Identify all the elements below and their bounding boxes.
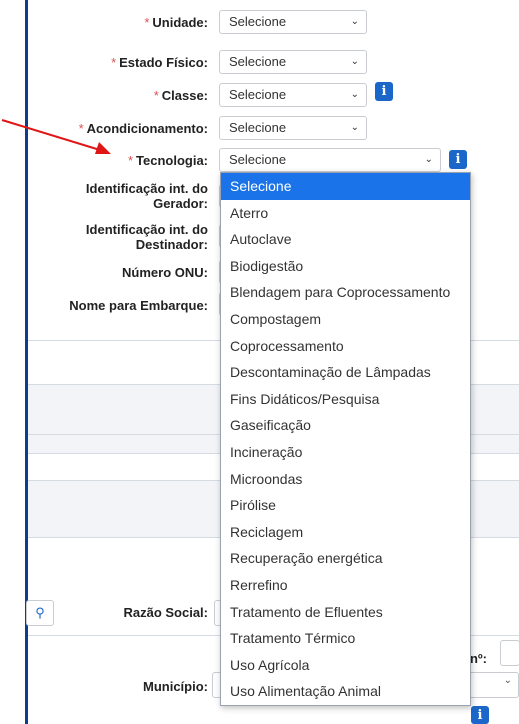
dropdown-option[interactable]: Gaseificação [221, 412, 470, 439]
unidade-label: * Unidade: [144, 15, 208, 30]
dropdown-option[interactable]: Fins Didáticos/Pesquisa [221, 386, 470, 413]
acondicionamento-select[interactable]: Selecione ⌄ [219, 116, 367, 140]
dropdown-option[interactable]: Biodigestão [221, 253, 470, 280]
estado-fisico-label: * Estado Físico: [111, 55, 208, 70]
info-icon[interactable]: i [449, 150, 467, 169]
chevron-down-icon: ⌄ [350, 122, 359, 133]
search-button[interactable]: ⚲ [26, 600, 54, 626]
classe-label: * Classe: [153, 88, 208, 103]
dropdown-option[interactable]: Pirólise [221, 492, 470, 519]
id-destinador-label: Identificação int. do Destinador: [85, 222, 208, 252]
dropdown-option[interactable]: Reciclagem [221, 519, 470, 546]
acondicionamento-label: * Acondicionamento: [78, 121, 208, 136]
dropdown-option[interactable]: Aterro [221, 200, 470, 227]
info-icon[interactable]: i [471, 706, 489, 724]
dropdown-option[interactable]: Recuperação energética [221, 545, 470, 572]
info-icon[interactable]: i [375, 82, 393, 101]
chevron-down-icon: ⌄ [350, 56, 359, 67]
numero-label: nº: [469, 651, 487, 666]
dropdown-option[interactable]: Descontaminação de Lâmpadas [221, 359, 470, 386]
unidade-select[interactable]: Selecione ⌄ [219, 10, 367, 34]
nome-embarque-label: Nome para Embarque: [69, 298, 208, 313]
id-gerador-label: Identificação int. do Gerador: [85, 181, 208, 211]
dropdown-option[interactable]: Rerrefino [221, 572, 470, 599]
chevron-down-icon: ⌄ [424, 154, 433, 165]
dropdown-option[interactable]: Tratamento de Efluentes [221, 599, 470, 626]
dropdown-option[interactable]: Tratamento Térmico [221, 625, 470, 652]
municipio-select-end[interactable]: ⌄ [470, 672, 519, 698]
dropdown-option[interactable]: Uso Alimentação Animal [221, 678, 470, 705]
chevron-down-icon: ⌄ [350, 89, 359, 100]
dropdown-option[interactable]: Uso Agrícola [221, 652, 470, 679]
dropdown-option[interactable]: Compostagem [221, 306, 470, 333]
numero-input[interactable] [500, 640, 519, 666]
numero-onu-label: Número ONU: [122, 265, 208, 280]
chevron-down-icon: ⌄ [350, 16, 359, 27]
estado-fisico-select[interactable]: Selecione ⌄ [219, 50, 367, 74]
dropdown-option[interactable]: Blendagem para Coprocessamento [221, 279, 470, 306]
razao-social-label: Razão Social: [123, 605, 208, 620]
classe-select[interactable]: Selecione ⌄ [219, 83, 367, 107]
tecnologia-dropdown-list[interactable]: Selecione Aterro Autoclave Biodigestão Blend… [220, 172, 471, 706]
tecnologia-label: * Tecnologia: [127, 153, 208, 168]
dropdown-option[interactable]: Autoclave [221, 226, 470, 253]
dropdown-option[interactable]: Coprocessamento [221, 333, 470, 360]
chevron-down-icon: ⌄ [503, 675, 512, 686]
municipio-label: Município: [143, 679, 208, 694]
tecnologia-select[interactable]: Selecione ⌄ [219, 148, 441, 172]
dropdown-option[interactable]: Incineração [221, 439, 470, 466]
search-icon: ⚲ [35, 605, 45, 620]
dropdown-option[interactable]: Microondas [221, 466, 470, 493]
dropdown-option[interactable]: Selecione [221, 173, 470, 200]
